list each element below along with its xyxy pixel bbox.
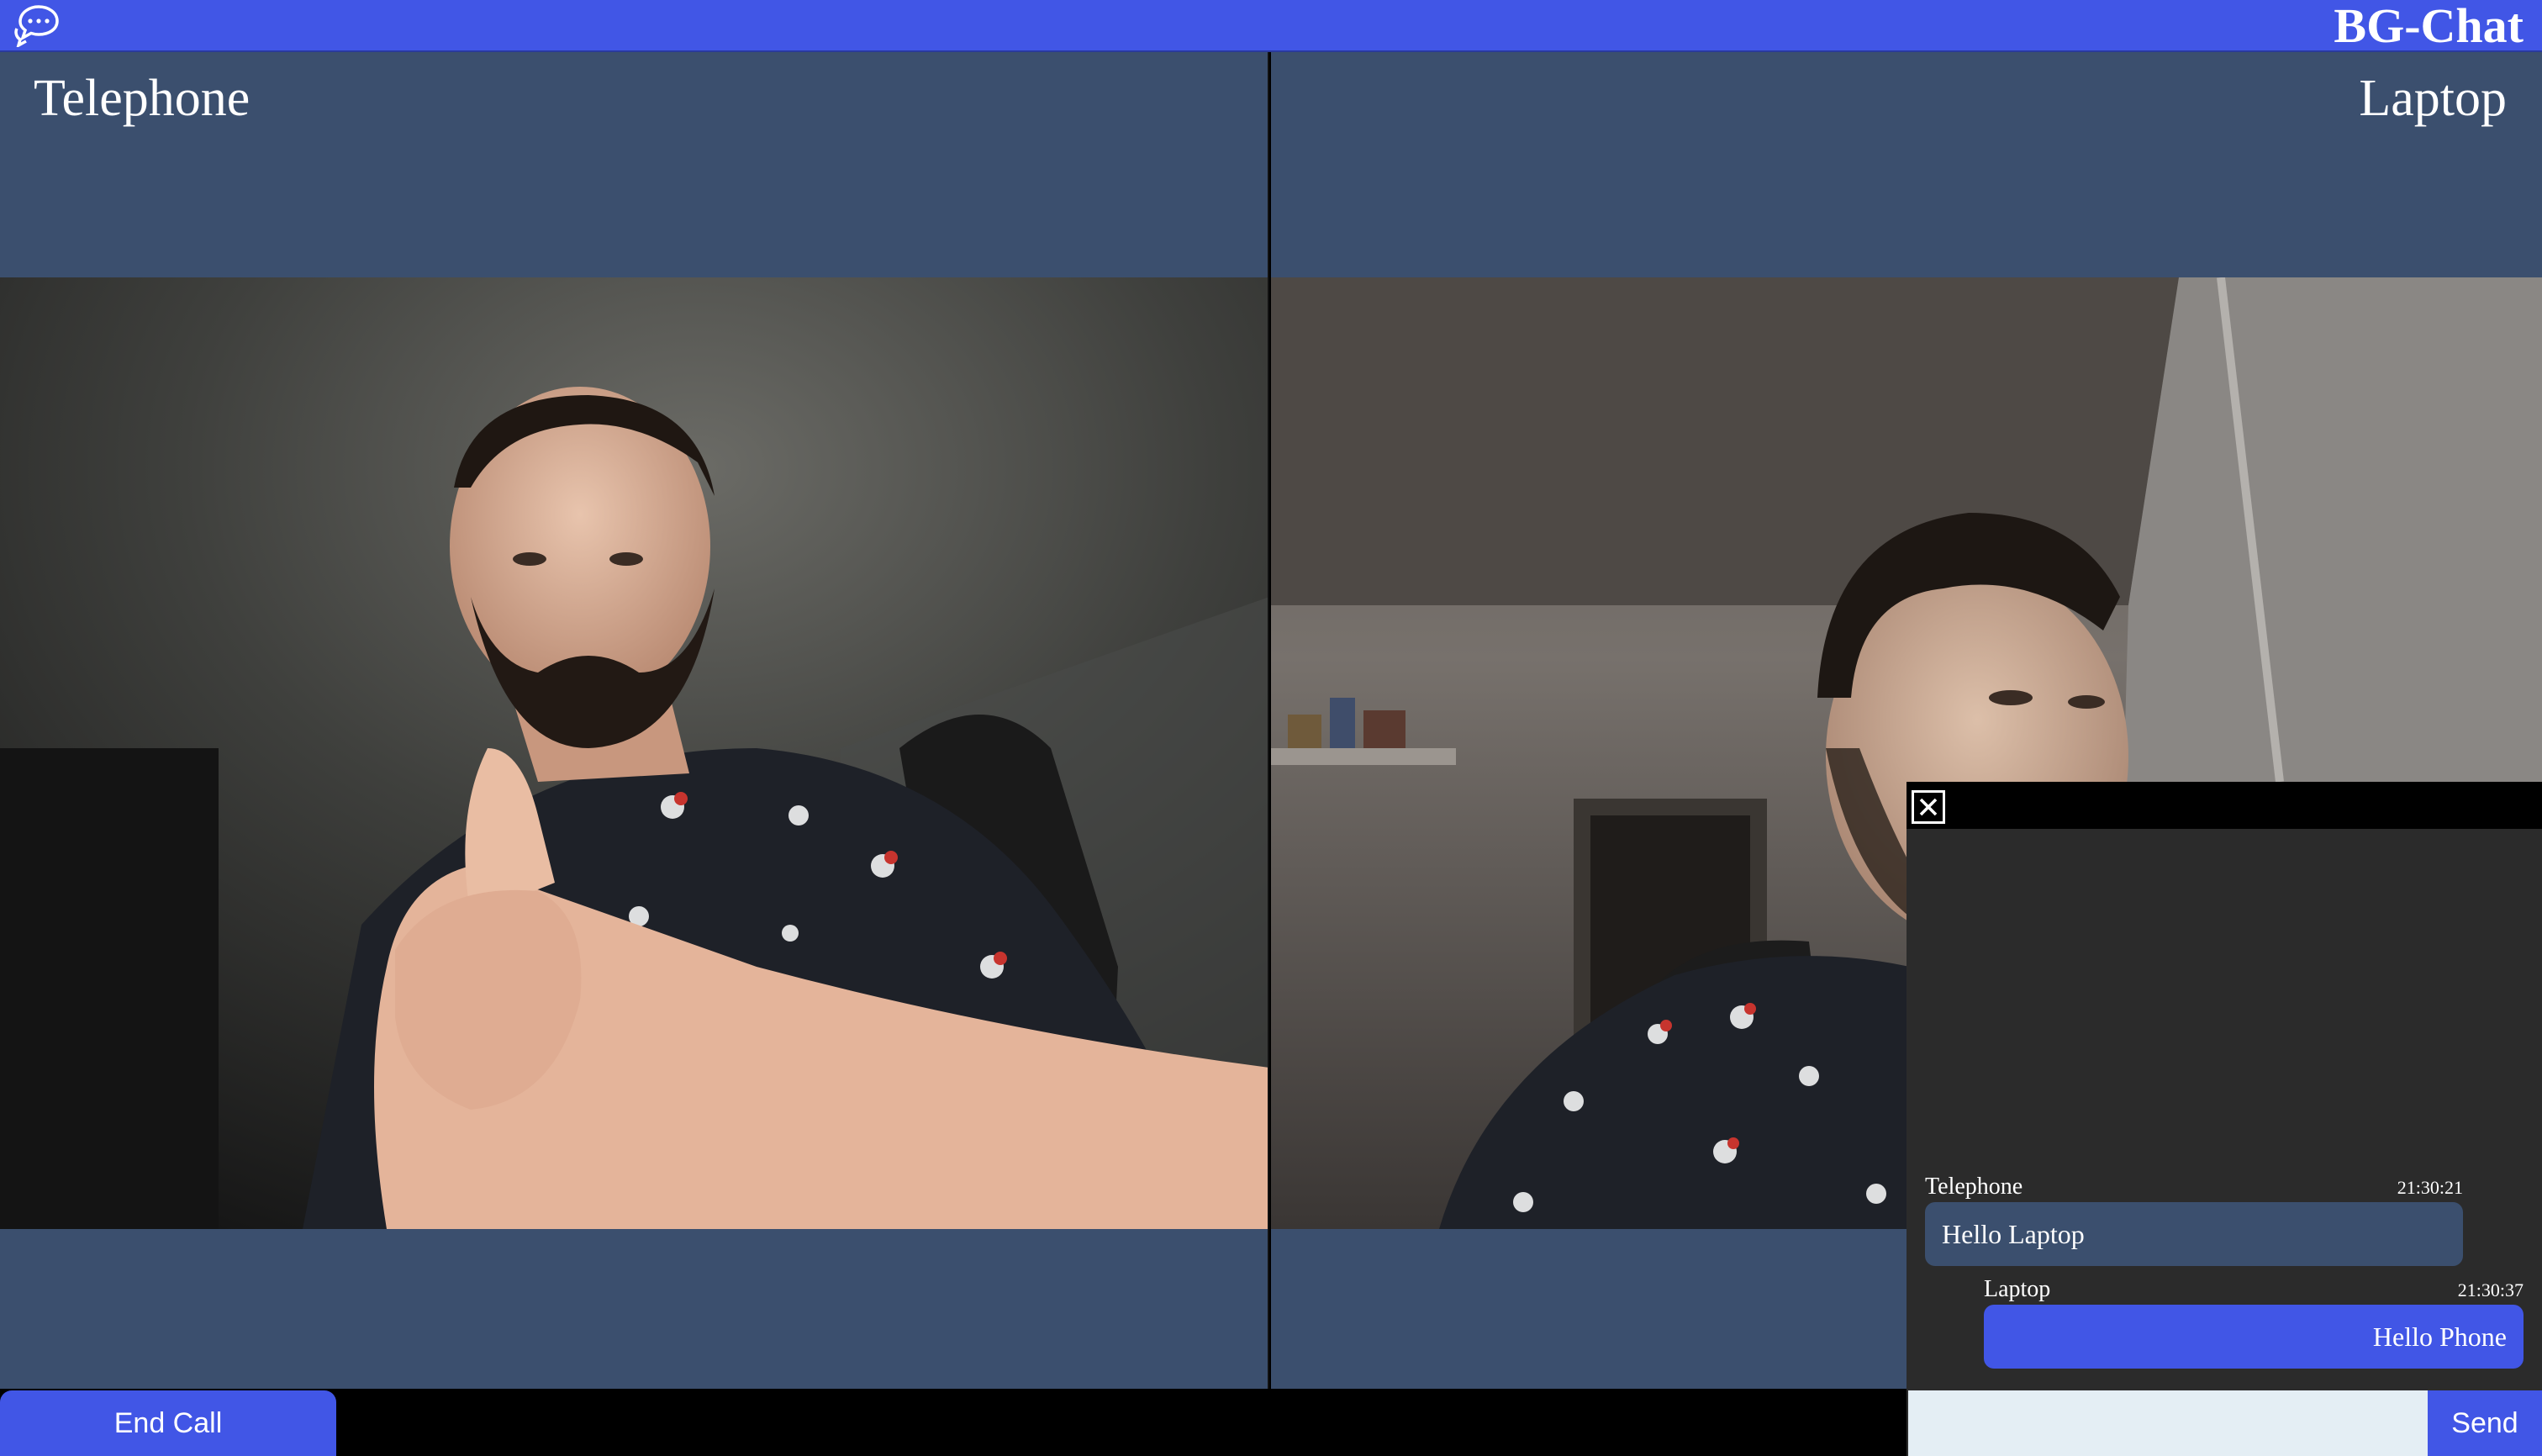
message-time: 21:30:21: [2397, 1177, 2463, 1198]
chat-message: Laptop 21:30:37 Hello Phone: [1984, 1276, 2524, 1370]
send-button[interactable]: Send: [2428, 1390, 2542, 1456]
chat-bubbles-icon[interactable]: [13, 3, 62, 49]
participant-name-laptop: Laptop: [2359, 70, 2507, 127]
video-pane-telephone: Telephone: [0, 52, 1269, 1389]
app-brand: BG-Chat: [2334, 0, 2524, 53]
message-bubble: Hello Laptop: [1925, 1202, 2463, 1266]
remote-camera-feed: [0, 277, 1268, 1229]
top-bar: BG-Chat: [0, 0, 2542, 52]
message-sender: Laptop: [1984, 1276, 2051, 1302]
chat-close-button[interactable]: [1912, 790, 1945, 824]
chat-message-input[interactable]: [1908, 1390, 2428, 1456]
message-bubble: Hello Phone: [1984, 1305, 2524, 1369]
message-time: 21:30:37: [2457, 1279, 2524, 1300]
chat-message: Telephone 21:30:21 Hello Laptop: [1925, 1174, 2463, 1268]
end-call-button[interactable]: End Call: [0, 1390, 336, 1456]
message-sender: Telephone: [1925, 1174, 2023, 1200]
close-icon: [1919, 798, 1938, 816]
participant-name-telephone: Telephone: [34, 70, 251, 127]
chat-header: [1906, 782, 2542, 829]
